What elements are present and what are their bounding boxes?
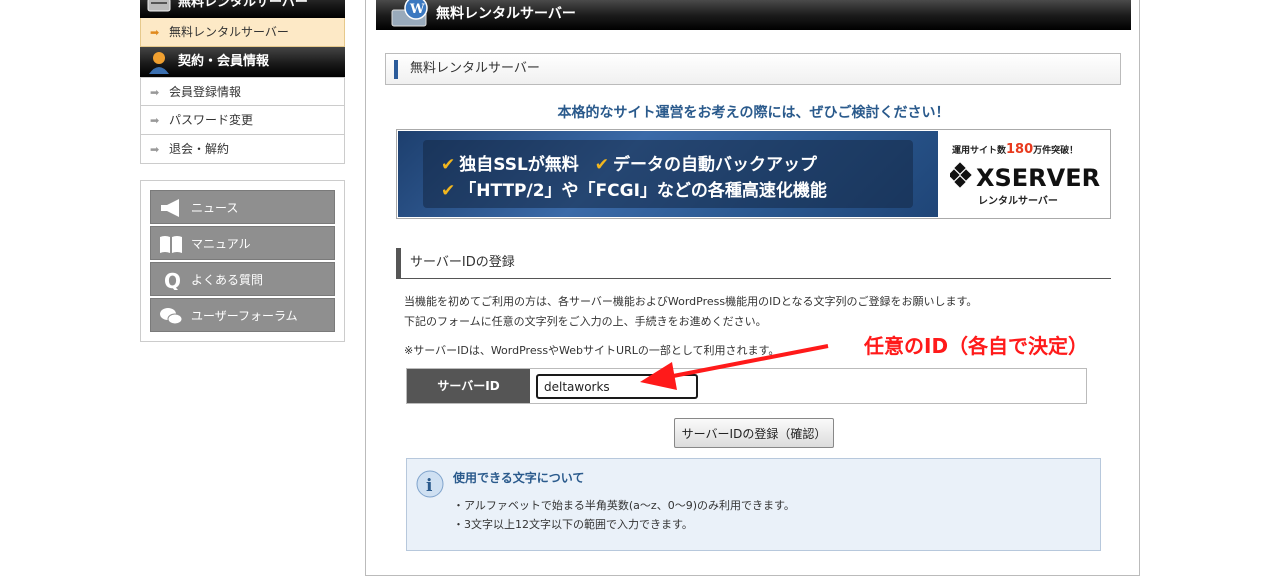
xserver-logo-sub: レンタルサーバー xyxy=(978,196,1058,207)
server-id-label: サーバーID xyxy=(407,369,530,403)
xserver-logo-word: XSERVER xyxy=(976,164,1101,192)
manual-button[interactable]: マニュアル xyxy=(150,226,335,260)
sidebar-item-label: パスワード変更 xyxy=(169,113,254,127)
xserver-logo-area: 運用サイト数180万件突破！ XSERVER レンタルサーバー xyxy=(942,130,1112,218)
banner-feature-area: ✔ 独自SSLが無料 ✔ データの自動バックアップ ✔ 「HTTP/2」や「FCGI」… xyxy=(398,131,938,217)
site-count-number: 180 xyxy=(1006,142,1034,157)
svg-text:W: W xyxy=(409,2,425,17)
main-header: W 無料レンタルサーバー xyxy=(376,0,1131,30)
arrow-right-icon: ➡ xyxy=(150,114,160,127)
sidebar-item-password-change[interactable]: ➡ パスワード変更 xyxy=(140,106,345,135)
description-note: ※サーバーIDは、WordPressやWebサイトURLの一部として利用されます… xyxy=(404,344,780,357)
section-title-server-id: サーバーIDの登録 xyxy=(396,248,1111,279)
support-links-box: ニュース マニュアル Q よくある質問 ユーザーフォーラム xyxy=(140,180,345,342)
arrow-right-icon: ➡ xyxy=(150,26,160,39)
faq-button[interactable]: Q よくある質問 xyxy=(150,262,335,296)
title-accent-bar xyxy=(394,60,398,79)
banner-line-2: ✔ 「HTTP/2」や「FCGI」などの各種高速化機能 xyxy=(441,176,827,201)
news-label: ニュース xyxy=(191,201,239,215)
register-server-id-button[interactable]: サーバーIDの登録（確認） xyxy=(674,418,834,448)
site-count-prefix: 運用サイト数 xyxy=(952,146,1007,156)
svg-text:i: i xyxy=(426,476,433,496)
main-panel: W 無料レンタルサーバー 無料レンタルサーバー 本格的なサイト運営をお考えの際に… xyxy=(365,0,1140,576)
check-icon: ✔ xyxy=(441,155,456,175)
annotation-text: 任意のID（各自で決定） xyxy=(864,334,1089,358)
sidebar-item-label: 会員登録情報 xyxy=(169,85,242,99)
megaphone-icon xyxy=(161,199,179,217)
chat-bubbles-icon xyxy=(160,308,183,325)
book-icon xyxy=(160,236,182,253)
server-id-form-row: サーバーID xyxy=(406,368,1087,404)
server-id-input[interactable] xyxy=(536,374,698,399)
description-line-2: 下記のフォームに任意の文字列をご入力の上、手続きをお進めください。 xyxy=(404,315,767,328)
user-icon xyxy=(149,52,169,74)
banner-feature-ssl: 独自SSLが無料 xyxy=(459,155,579,175)
sidebar-header-label: 契約・会員情報 xyxy=(178,54,270,69)
manual-label: マニュアル xyxy=(191,237,251,251)
user-forum-button[interactable]: ユーザーフォーラム xyxy=(150,298,335,332)
site-count-tag: 運用サイト数180万件突破！ xyxy=(952,142,1078,157)
arrow-right-icon: ➡ xyxy=(150,86,160,99)
sidebar-item-free-rental-server[interactable]: ➡ 無料レンタルサーバー xyxy=(140,18,345,47)
info-icon: i xyxy=(416,470,444,498)
info-title: 使用できる文字について xyxy=(453,471,585,485)
sub-title-box: 無料レンタルサーバー xyxy=(385,53,1121,85)
arrow-right-icon: ➡ xyxy=(150,143,160,156)
sidebar-item-label: 無料レンタルサーバー xyxy=(169,25,289,39)
sidebar-item-withdraw[interactable]: ➡ 退会・解約 xyxy=(140,135,345,164)
xserver-banner[interactable]: ✔ 独自SSLが無料 ✔ データの自動バックアップ ✔ 「HTTP/2」や「FCGI」… xyxy=(396,129,1111,219)
sub-title: 無料レンタルサーバー xyxy=(410,61,540,76)
banner-feature-speed: 「HTTP/2」や「FCGI」などの各種高速化機能 xyxy=(459,181,827,201)
banner-feature-box: ✔ 独自SSLが無料 ✔ データの自動バックアップ ✔ 「HTTP/2」や「FCGI」… xyxy=(423,140,913,208)
info-line-2: ・3文字以上12文字以下の範囲で入力できます。 xyxy=(453,518,693,531)
q-icon: Q xyxy=(164,270,181,290)
sidebar-header-contract: 契約・会員情報 xyxy=(140,47,345,77)
svg-text:Q: Q xyxy=(164,270,181,290)
promo-text: 本格的なサイト運営をお考えの際には、ぜひご検討ください！ xyxy=(557,105,950,121)
sidebar-header-rental-server: 無料レンタルサーバー xyxy=(140,0,345,18)
info-line-1: ・アルファベットで始まる半角英数(a～z、0～9)のみ利用できます。 xyxy=(453,499,795,512)
check-icon: ✔ xyxy=(441,181,456,201)
news-button[interactable]: ニュース xyxy=(150,190,335,224)
banner-line-1: ✔ 独自SSLが無料 ✔ データの自動バックアップ xyxy=(441,150,817,175)
check-icon: ✔ xyxy=(594,155,609,175)
wordpress-server-icon: W xyxy=(391,0,428,27)
site-count-suffix: 万件突破！ xyxy=(1033,146,1079,156)
banner-feature-backup: データの自動バックアップ xyxy=(612,155,817,175)
sidebar-item-label: 退会・解約 xyxy=(169,142,230,156)
main-header-title: 無料レンタルサーバー xyxy=(436,6,576,22)
faq-label: よくある質問 xyxy=(191,273,264,287)
usable-characters-info: i 使用できる文字について ・アルファベットで始まる半角英数(a～z、0～9)の… xyxy=(406,458,1101,551)
sidebar-header-label: 無料レンタルサーバー xyxy=(178,0,308,10)
sidebar-item-member-info[interactable]: ➡ 会員登録情報 xyxy=(140,77,345,106)
server-icon xyxy=(147,0,171,12)
user-forum-label: ユーザーフォーラム xyxy=(191,309,298,323)
description-line-1: 当機能を初めてご利用の方は、各サーバー機能およびWordPress機能用のIDと… xyxy=(404,295,978,308)
